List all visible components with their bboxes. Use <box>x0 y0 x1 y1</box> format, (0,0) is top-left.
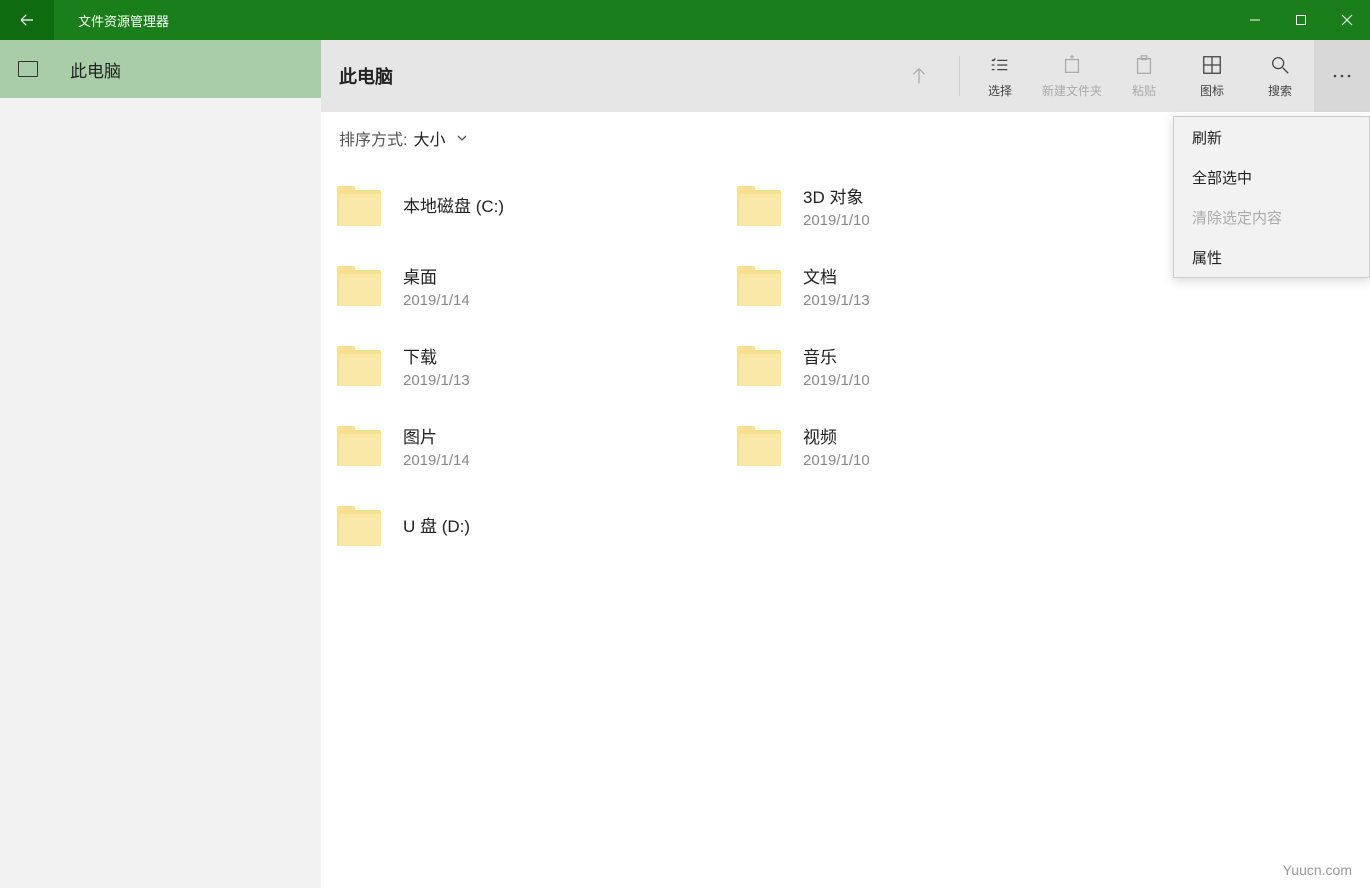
folder-icon <box>737 426 781 466</box>
paste-button: 粘贴 <box>1110 40 1178 112</box>
maximize-button[interactable] <box>1278 0 1324 40</box>
device-icon <box>18 61 38 77</box>
folder-icon <box>337 346 381 386</box>
folder-item[interactable]: 图片2019/1/14 <box>329 406 729 486</box>
menu-refresh[interactable]: 刷新 <box>1174 117 1369 157</box>
new-folder-icon <box>1061 54 1083 76</box>
close-button[interactable] <box>1324 0 1370 40</box>
minimize-icon <box>1249 14 1261 26</box>
folder-item[interactable]: 3D 对象2019/1/10 <box>729 166 1129 246</box>
grid-icon <box>1201 54 1223 76</box>
arrow-left-icon <box>18 11 36 29</box>
titlebar: 文件资源管理器 <box>0 0 1370 40</box>
folder-icon <box>337 266 381 306</box>
folder-item[interactable]: 音乐2019/1/10 <box>729 326 1129 406</box>
select-button[interactable]: 选择 <box>966 40 1034 112</box>
paste-icon <box>1133 54 1155 76</box>
more-button[interactable] <box>1314 40 1370 112</box>
ellipsis-icon <box>1332 73 1352 79</box>
sidebar: 此电脑 <box>0 40 321 888</box>
up-button <box>885 40 953 112</box>
app-title: 文件资源管理器 <box>78 11 169 30</box>
folder-icon <box>737 266 781 306</box>
menu-clear-selection: 清除选定内容 <box>1174 197 1369 237</box>
folder-item[interactable]: 文档2019/1/13 <box>729 246 1129 326</box>
chevron-down-icon <box>455 131 469 145</box>
icons-button[interactable]: 图标 <box>1178 40 1246 112</box>
folder-item[interactable]: 桌面2019/1/14 <box>329 246 729 326</box>
folder-icon <box>337 426 381 466</box>
back-button[interactable] <box>0 0 54 40</box>
select-icon <box>989 54 1011 76</box>
minimize-button[interactable] <box>1232 0 1278 40</box>
toolbar-separator <box>959 56 960 96</box>
menu-properties[interactable]: 属性 <box>1174 237 1369 277</box>
maximize-icon <box>1295 14 1307 26</box>
folder-item[interactable]: 下载2019/1/13 <box>329 326 729 406</box>
folder-icon <box>737 186 781 226</box>
folder-item[interactable]: U 盘 (D:) <box>329 486 729 566</box>
folder-icon <box>337 506 381 546</box>
sort-prefix: 排序方式: <box>339 126 407 150</box>
window-controls <box>1232 0 1370 40</box>
folder-icon <box>337 186 381 226</box>
search-icon <box>1269 54 1291 76</box>
close-icon <box>1341 14 1353 26</box>
sort-value: 大小 <box>413 126 445 150</box>
toolbar: 此电脑 选择 新建文件夹 粘贴 图标 <box>321 40 1370 112</box>
context-menu: 刷新 全部选中 清除选定内容 属性 <box>1173 116 1370 278</box>
folder-item[interactable]: 视频2019/1/10 <box>729 406 1129 486</box>
sidebar-item-this-pc[interactable]: 此电脑 <box>0 40 321 98</box>
arrow-up-icon <box>908 65 930 87</box>
sidebar-item-label: 此电脑 <box>70 57 121 82</box>
menu-select-all[interactable]: 全部选中 <box>1174 157 1369 197</box>
watermark: Yuucn.com <box>1283 862 1352 878</box>
search-button[interactable]: 搜索 <box>1246 40 1314 112</box>
location-title: 此电脑 <box>339 63 393 89</box>
new-folder-button: 新建文件夹 <box>1034 40 1110 112</box>
folder-icon <box>737 346 781 386</box>
folder-item[interactable]: 本地磁盘 (C:) <box>329 166 729 246</box>
